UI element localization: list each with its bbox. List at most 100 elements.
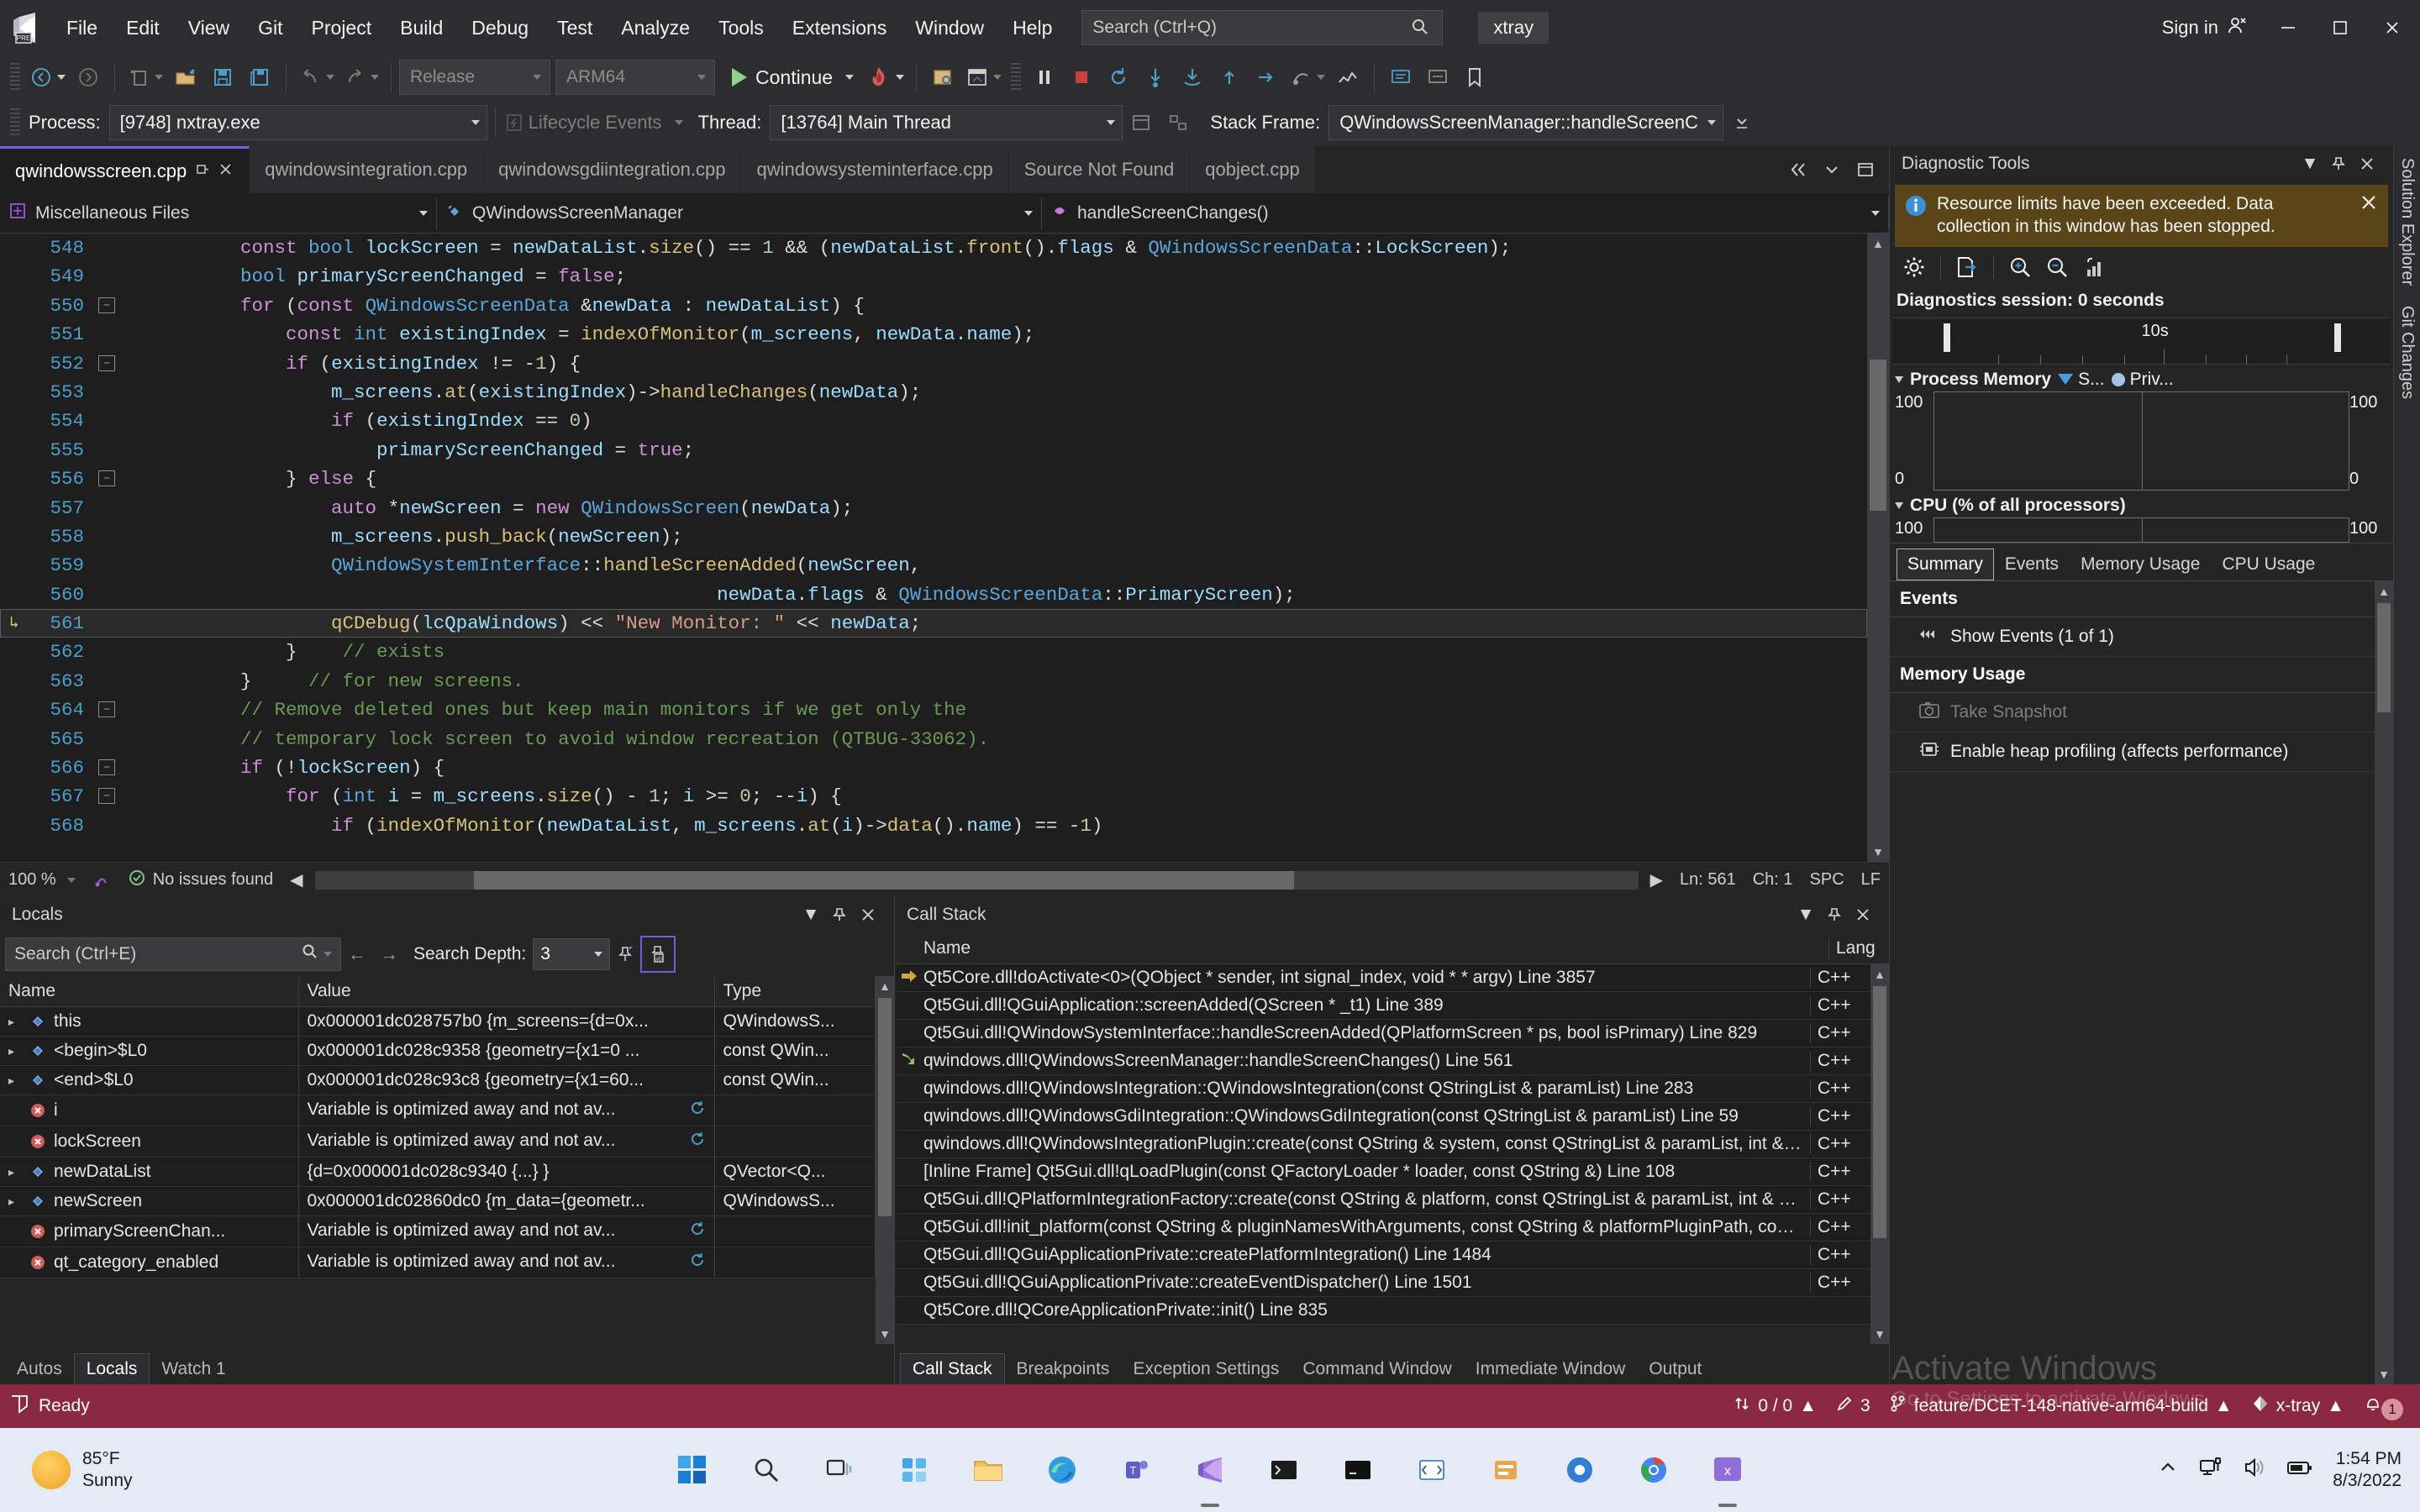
editor-vertical-scrollbar[interactable]: ▲ ▼: [1867, 234, 1889, 862]
weather-widget[interactable]: 85°F Sunny: [32, 1448, 133, 1493]
repository-caret-icon[interactable]: ▲: [2327, 1396, 2344, 1416]
fold-toggle-icon[interactable]: –: [92, 782, 121, 811]
file-explorer-icon[interactable]: [951, 1428, 1025, 1512]
tab-breakpoints[interactable]: Breakpoints: [1005, 1354, 1122, 1384]
navigate-backward-button[interactable]: [25, 59, 70, 96]
timeline-start-marker[interactable]: [1944, 323, 1950, 352]
indentation-indicator[interactable]: SPC: [1802, 870, 1853, 890]
locals-search-input[interactable]: Search (Ctrl+E): [5, 937, 341, 971]
editor-tab-5[interactable]: qobject.cpp: [1190, 146, 1316, 193]
tab-list-dropdown-icon[interactable]: [1817, 153, 1847, 186]
hscroll-thumb[interactable]: [473, 870, 1295, 890]
save-all-button[interactable]: [241, 59, 278, 96]
cs-scroll-up-icon[interactable]: ▲: [1870, 964, 1889, 984]
locals-value-cell[interactable]: Variable is optimized away and not av...: [298, 1095, 715, 1126]
fold-toggle-icon[interactable]: –: [92, 465, 121, 493]
menu-item-project[interactable]: Project: [297, 8, 387, 48]
export-report-icon[interactable]: [1949, 250, 1985, 284]
scroll-down-icon[interactable]: ▼: [1867, 842, 1889, 862]
zoom-in-icon[interactable]: [2002, 250, 2038, 284]
locals-value-cell[interactable]: 0x000001dc02860dc0 {m_data={geometr...: [298, 1186, 715, 1216]
code-editor[interactable]: 548 const bool lockScreen = newDataList.…: [0, 234, 1889, 862]
diagnostics-tab-summary[interactable]: Summary: [1897, 548, 1994, 580]
scroll-thumb[interactable]: [1870, 360, 1886, 511]
search-prev-button[interactable]: ←: [341, 937, 373, 971]
refresh-value-icon[interactable]: [689, 1221, 706, 1242]
menu-item-test[interactable]: Test: [543, 8, 607, 48]
locals-row[interactable]: ▸ <begin>$L0 0x000001dc028c9358 {geometry=…: [0, 1036, 876, 1066]
code-line[interactable]: 559 QWindowSystemInterface::handleScreen…: [0, 551, 1867, 580]
minimize-button[interactable]: [2262, 0, 2314, 55]
locals-name-cell[interactable]: ▸ newScreen: [0, 1186, 299, 1216]
locals-name-cell[interactable]: lockScreen: [0, 1126, 299, 1158]
diagnostics-tab-memory-usage[interactable]: Memory Usage: [2070, 549, 2211, 580]
diagnostic-tools-toggle-button[interactable]: [1329, 59, 1366, 96]
menu-item-tools[interactable]: Tools: [704, 8, 778, 48]
call-stack-row[interactable]: Qt5Gui.dll!init_platform(const QString &…: [895, 1214, 1870, 1242]
search-icon[interactable]: [729, 1428, 803, 1512]
locals-value-cell[interactable]: 0x000001dc028c9358 {geometry={x1=0 ...: [298, 1036, 715, 1066]
toolbar-grip[interactable]: [10, 63, 20, 92]
locals-row[interactable]: ▸ <end>$L0 0x000001dc028c93c8 {geometry={x…: [0, 1065, 876, 1095]
show-threads-in-source-button[interactable]: [1123, 104, 1160, 141]
diagnostics-timeline[interactable]: 10s: [1893, 317, 2390, 365]
menu-item-file[interactable]: File: [52, 8, 112, 48]
fold-toggle-icon[interactable]: –: [92, 349, 121, 378]
diag-scroll-thumb[interactable]: [2377, 602, 2391, 712]
locals-scrollbar[interactable]: ▲ ▼: [876, 976, 894, 1344]
menu-item-extensions[interactable]: Extensions: [778, 8, 902, 48]
global-search-box[interactable]: Search (Ctrl+Q): [1081, 10, 1444, 45]
close-button[interactable]: [2366, 0, 2418, 55]
attach-to-process-button[interactable]: [924, 59, 961, 96]
code-line[interactable]: 555 primaryScreenChanged = true;: [0, 436, 1867, 465]
call-stack-row[interactable]: Qt5Core.dll!doActivate<0>(QObject * send…: [895, 964, 1870, 992]
code-line[interactable]: 554 if (existingIndex == 0): [0, 407, 1867, 435]
code-line[interactable]: 566– if (!lockScreen) {: [0, 753, 1867, 782]
diagnostics-tab-events[interactable]: Events: [1994, 549, 2070, 580]
task-view-icon[interactable]: [803, 1428, 877, 1512]
refresh-value-icon[interactable]: [689, 1252, 706, 1273]
hot-reload-button[interactable]: [862, 59, 908, 96]
code-icon[interactable]: [1395, 1428, 1469, 1512]
cpu-header[interactable]: CPU (% of all processors): [1890, 491, 2393, 517]
tab-output[interactable]: Output: [1637, 1354, 1713, 1384]
start-button[interactable]: [655, 1428, 729, 1512]
editor-tab-4[interactable]: Source Not Found: [1008, 146, 1191, 193]
code-line[interactable]: 549 bool primaryScreenChanged = false;: [0, 262, 1867, 291]
code-line[interactable]: 558 m_screens.push_back(newScreen);: [0, 522, 1867, 551]
tab-overflow-left-icon[interactable]: [1783, 153, 1813, 186]
locals-value-cell[interactable]: Variable is optimized away and not av...: [298, 1215, 715, 1247]
search-next-button[interactable]: →: [373, 937, 405, 971]
locals-name-cell[interactable]: i: [0, 1095, 299, 1126]
source-control-sync[interactable]: 0 / 0 ▲: [1733, 1394, 1817, 1418]
call-stack-row[interactable]: Qt5Gui.dll!QGuiApplicationPrivate::creat…: [895, 1269, 1870, 1297]
diagnostics-tab-cpu-usage[interactable]: CPU Usage: [2211, 549, 2326, 580]
expand-triangle-icon[interactable]: ▸: [8, 1074, 22, 1088]
call-stack-row[interactable]: Qt5Gui.dll!QWindowSystemInterface::handl…: [895, 1020, 1870, 1047]
code-line[interactable]: 552– if (existingIndex != -1) {: [0, 349, 1867, 378]
locals-row[interactable]: ▸ newScreen 0x000001dc02860dc0 {m_data={ge…: [0, 1186, 876, 1216]
code-line[interactable]: 564– // Remove deleted ones but keep mai…: [0, 696, 1867, 724]
locals-name-cell[interactable]: ▸ this: [0, 1006, 299, 1037]
refresh-value-icon[interactable]: [689, 1100, 706, 1121]
call-stack-row[interactable]: [Inline Frame] Qt5Gui.dll!qLoadPlugin(co…: [895, 1158, 1870, 1186]
branch-selector[interactable]: feature/DCET-148-native-arm64-build ▲: [1889, 1394, 2233, 1418]
tab-watch-1[interactable]: Watch 1: [150, 1354, 237, 1384]
locals-scroll-thumb[interactable]: [878, 998, 892, 1216]
call-stack-row[interactable]: Qt5Gui.dll!QGuiApplicationPrivate::creat…: [895, 1242, 1870, 1269]
expand-triangle-icon[interactable]: ▸: [8, 1194, 22, 1209]
battery-icon[interactable]: [2286, 1455, 2314, 1485]
call-stack-scrollbar[interactable]: ▲ ▼: [1870, 964, 1889, 1344]
diag-scroll-down-icon[interactable]: ▼: [2375, 1364, 2393, 1384]
step-into-button[interactable]: [1137, 59, 1174, 96]
call-stack-close-icon[interactable]: [1849, 900, 1877, 929]
menu-item-edit[interactable]: Edit: [112, 8, 174, 48]
editor-tab-3[interactable]: qwindowsysteminterface.cpp: [741, 146, 1009, 193]
locals-name-cell[interactable]: qt_category_enabled: [0, 1247, 299, 1278]
locals-scroll-down-icon[interactable]: ▼: [876, 1324, 894, 1344]
locals-name-cell[interactable]: ▸ <end>$L0: [0, 1065, 299, 1095]
new-project-caret-icon[interactable]: [155, 75, 163, 80]
zoom-level-combo[interactable]: 100 %: [0, 870, 84, 890]
navigate-forward-button[interactable]: [70, 59, 107, 96]
locals-dropdown-icon[interactable]: ▼: [797, 900, 825, 929]
